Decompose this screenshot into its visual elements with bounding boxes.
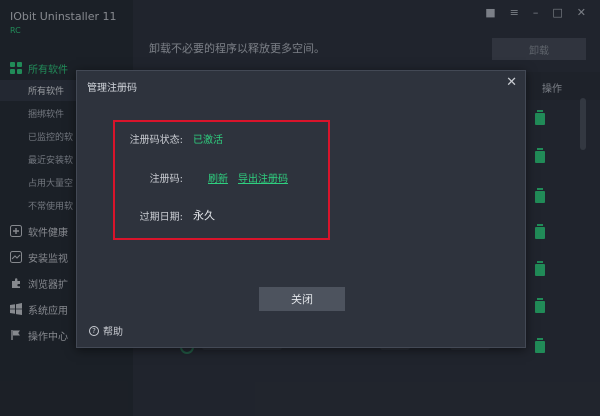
status-value: 已激活 [193, 135, 223, 146]
close-icon[interactable]: ✕ [506, 75, 517, 90]
code-label: 注册码: [149, 174, 183, 185]
close-button[interactable]: 关闭 [259, 287, 345, 311]
help-link[interactable]: ? 帮助 [89, 323, 123, 338]
status-label: 注册码状态: [129, 135, 183, 146]
expiry-label: 过期日期: [139, 212, 183, 223]
help-label: 帮助 [103, 327, 123, 338]
manage-registration-dialog: 管理注册码 ✕ 注册码状态: 已激活 注册码: 刷新 导出注册码 过期日期: 永… [76, 70, 526, 348]
dialog-title: 管理注册码 [87, 83, 137, 94]
refresh-link[interactable]: 刷新 [208, 170, 228, 185]
export-code-link[interactable]: 导出注册码 [238, 170, 288, 185]
expiry-value: 永久 [193, 209, 215, 222]
help-icon: ? [89, 325, 99, 336]
